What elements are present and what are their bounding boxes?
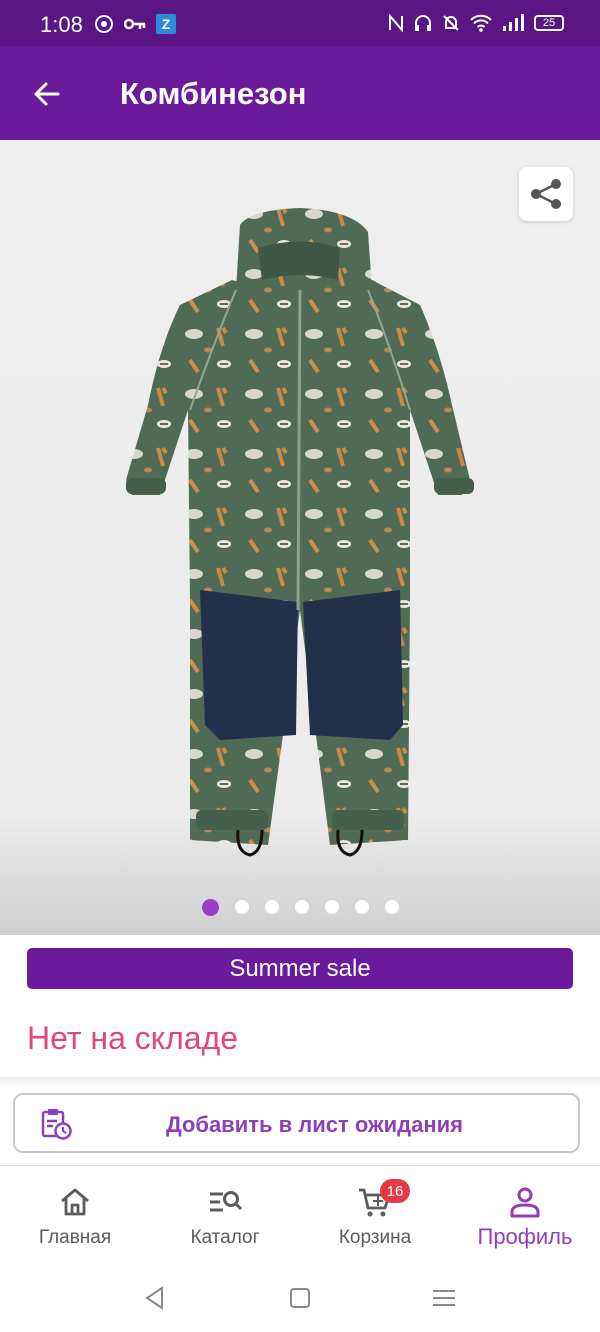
wifi-icon — [470, 14, 492, 32]
stock-status: Нет на складе — [27, 1020, 239, 1056]
arrow-left-icon[interactable] — [28, 74, 68, 114]
home-icon — [61, 1188, 89, 1216]
home-square-icon[interactable] — [285, 1283, 315, 1313]
status-bar: 1:08 Z 25 — [0, 0, 600, 46]
page-title: Комбинезон — [120, 76, 307, 111]
waitlist-label: Добавить в лист ожидания — [165, 1112, 464, 1137]
back-triangle-icon[interactable] — [140, 1283, 170, 1313]
nav-item-catalog[interactable]: Каталог — [150, 1166, 300, 1266]
catalog-search-icon — [210, 1191, 243, 1212]
carousel-dot[interactable] — [384, 900, 399, 914]
app-bar: Комбинезон — [0, 46, 600, 140]
carousel-indicator — [0, 898, 600, 916]
share-icon — [531, 179, 561, 209]
nav-item-profile[interactable]: Профиль — [450, 1166, 600, 1266]
carousel-dot[interactable] — [264, 900, 279, 914]
bottom-nav: Главная Каталог 16 Корзина Профиль — [0, 1165, 600, 1265]
status-right-icons: 25 — [388, 14, 564, 32]
system-nav-bar — [0, 1265, 600, 1332]
key-icon — [124, 18, 146, 30]
carousel-dot[interactable] — [201, 898, 219, 916]
sale-banner[interactable]: Summer sale — [27, 948, 573, 989]
menu-icon[interactable] — [429, 1283, 459, 1313]
battery-icon: 25 — [534, 15, 564, 31]
nav-label: Главная — [38, 1227, 112, 1248]
sale-label: Summer sale — [229, 954, 371, 982]
product-image — [126, 208, 474, 857]
carousel-dot[interactable] — [324, 900, 339, 914]
nav-label: Корзина — [338, 1227, 412, 1248]
nav-label: Каталог — [190, 1227, 260, 1248]
nav-item-cart[interactable]: 16 Корзина — [300, 1166, 450, 1266]
divider — [0, 1077, 600, 1087]
status-time: 1:08 — [40, 12, 83, 37]
profile-icon — [510, 1187, 540, 1218]
carousel-dot[interactable] — [294, 900, 309, 914]
product-image-carousel[interactable] — [0, 140, 600, 935]
carousel-dot[interactable] — [354, 900, 369, 914]
nav-item-home[interactable]: Главная — [0, 1166, 150, 1266]
mute-icon — [443, 15, 459, 31]
status-left-icons: Z — [94, 14, 176, 34]
media-icon — [95, 15, 113, 33]
share-button[interactable] — [519, 167, 573, 221]
signal-icon — [503, 14, 524, 31]
carousel-dot[interactable] — [234, 900, 249, 914]
nav-label: Профиль — [477, 1224, 573, 1249]
cart-badge: 16 — [380, 1179, 410, 1203]
z-app-icon: Z — [156, 14, 176, 34]
add-to-waitlist-button[interactable]: Добавить в лист ожидания — [13, 1093, 580, 1153]
headset-icon — [415, 15, 431, 31]
nfc-icon — [389, 14, 403, 32]
